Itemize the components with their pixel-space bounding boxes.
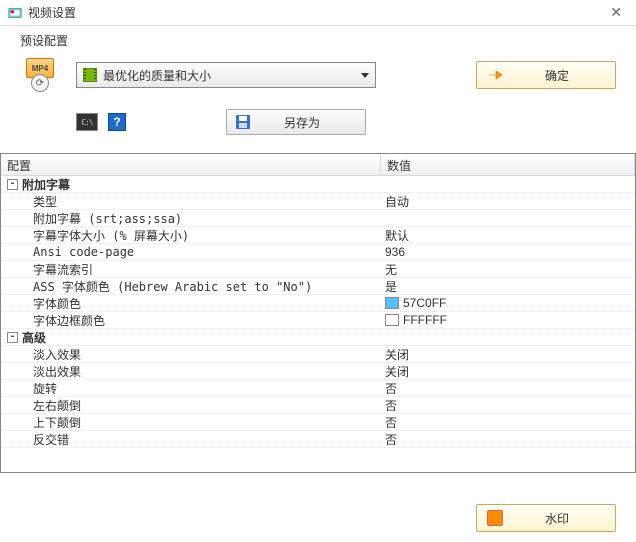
row-flip-v[interactable]: 上下颠倒否 xyxy=(1,414,635,431)
chevron-down-icon xyxy=(361,73,369,78)
window-title: 视频设置 xyxy=(28,4,76,21)
save-icon xyxy=(235,114,251,130)
row-fade-in[interactable]: 淡入效果关闭 xyxy=(1,346,635,363)
watermark-icon xyxy=(487,510,503,526)
row-ass-color[interactable]: ASS 字体颜色 (Hebrew Arabic set to "No")是 xyxy=(1,278,635,295)
row-flip-h[interactable]: 左右颠倒否 xyxy=(1,397,635,414)
help-icon[interactable]: ? xyxy=(108,113,126,131)
row-deinterlace[interactable]: 反交错否 xyxy=(1,431,635,448)
row-ansi[interactable]: Ansi code-page936 xyxy=(1,244,635,261)
title-bar: 视频设置 ✕ xyxy=(0,0,636,26)
preset-dropdown[interactable]: 最优化的质量和大小 xyxy=(76,62,376,88)
config-grid: 配置 数值 -附加字幕 类型自动 附加字幕 (srt;ass;ssa) 字幕字体… xyxy=(0,153,636,473)
column-header-value[interactable]: 数值 xyxy=(381,154,635,175)
group-subtitles[interactable]: -附加字幕 xyxy=(1,176,635,193)
app-icon xyxy=(8,6,22,20)
format-icon: MP4 ⟳ xyxy=(20,55,60,95)
color-swatch xyxy=(385,297,399,309)
watermark-button[interactable]: 水印 xyxy=(476,504,616,532)
collapse-icon[interactable]: - xyxy=(7,179,18,190)
close-icon[interactable]: ✕ xyxy=(604,2,628,23)
group-advanced[interactable]: -高级 xyxy=(1,329,635,346)
ok-button[interactable]: 确定 xyxy=(476,61,616,89)
film-icon xyxy=(83,68,97,82)
column-header-name[interactable]: 配置 xyxy=(1,154,381,175)
row-extra-sub[interactable]: 附加字幕 (srt;ass;ssa) xyxy=(1,210,635,227)
color-swatch xyxy=(385,314,399,326)
row-rotate[interactable]: 旋转否 xyxy=(1,380,635,397)
row-stream-index[interactable]: 字幕流索引无 xyxy=(1,261,635,278)
row-fade-out[interactable]: 淡出效果关闭 xyxy=(1,363,635,380)
preset-section-label: 预设配置 xyxy=(20,32,616,49)
grid-body[interactable]: -附加字幕 类型自动 附加字幕 (srt;ass;ssa) 字幕字体大小 (% … xyxy=(1,176,635,472)
console-icon[interactable]: C:\ xyxy=(76,113,98,131)
row-border-color[interactable]: 字体边框颜色FFFFFF xyxy=(1,312,635,329)
arrow-right-icon xyxy=(487,68,503,82)
collapse-icon[interactable]: - xyxy=(7,332,18,343)
row-font-color[interactable]: 字体颜色57C0FF xyxy=(1,295,635,312)
row-font-size[interactable]: 字幕字体大小 (% 屏幕大小)默认 xyxy=(1,227,635,244)
save-as-button[interactable]: 另存为 xyxy=(226,109,366,135)
row-type[interactable]: 类型自动 xyxy=(1,193,635,210)
